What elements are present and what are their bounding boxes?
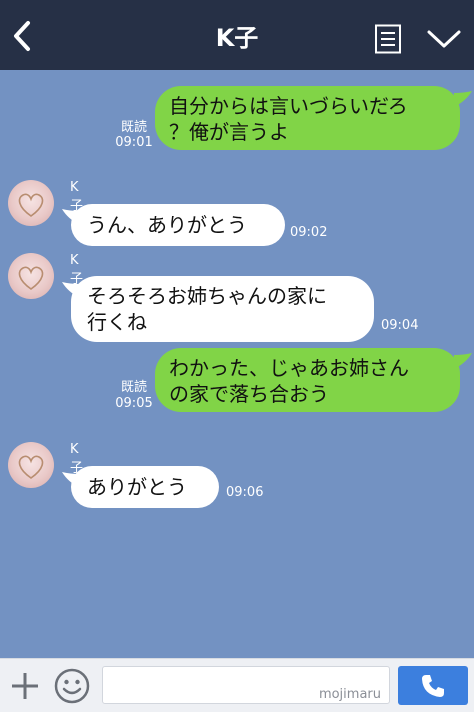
smile-icon[interactable] [54,668,90,704]
chevron-down-icon[interactable] [426,28,462,50]
chat-header: K子 [0,0,474,70]
message-time: 09:05 [115,396,153,411]
avatar[interactable] [8,180,54,226]
input-bar: mojimaru [0,658,474,712]
message-time: 09:02 [290,225,328,240]
message-bubble[interactable]: わかった、じゃあお姉さん の家で落ち合おう [155,348,460,412]
message-bubble[interactable]: 自分からは言いづらいだろ ？俺が言うよ [155,86,460,150]
read-receipt: 既読 [120,380,147,395]
message-time: 09:01 [115,135,153,150]
message-bubble[interactable]: ありがとう [71,466,219,508]
call-button[interactable] [398,666,468,705]
chat-area[interactable]: 自分からは言いづらいだろ ？俺が言うよ 既読 09:01 K子 うん、ありがとう… [0,70,474,658]
message-bubble[interactable]: うん、ありがとう [71,204,285,246]
message-input[interactable]: mojimaru [102,666,390,704]
notes-icon[interactable] [373,24,403,54]
watermark: mojimaru [318,687,381,702]
phone-icon [422,675,444,697]
read-receipt: 既読 [120,120,147,135]
message-time: 09:04 [381,318,419,333]
message-bubble[interactable]: そろそろお姉ちゃんの家に 行くね [71,276,374,342]
heart-icon [18,193,44,217]
plus-icon[interactable] [10,671,40,701]
message-time: 09:06 [226,485,264,500]
heart-icon [18,266,44,290]
avatar[interactable] [8,253,54,299]
avatar[interactable] [8,442,54,488]
heart-icon [18,455,44,479]
